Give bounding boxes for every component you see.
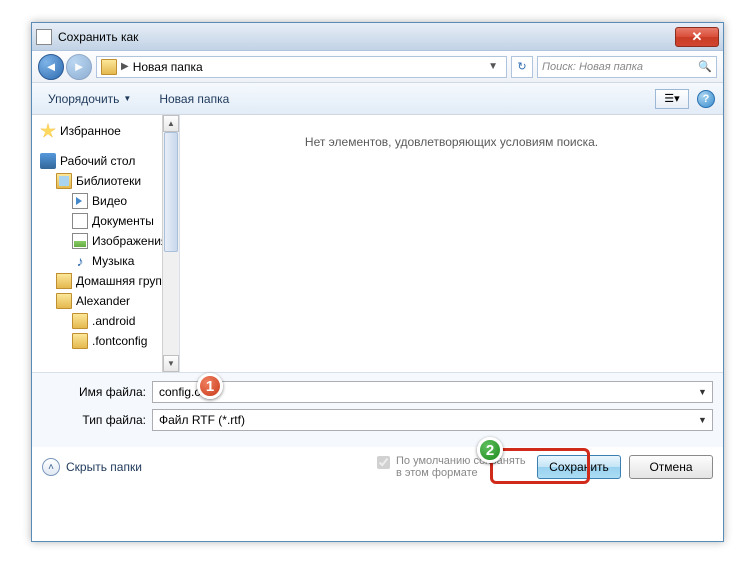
tree-folder-fontconfig[interactable]: .fontconfig [32,331,179,351]
breadcrumb-current[interactable]: Новая папка [133,60,203,74]
app-icon [36,29,52,45]
tree-images[interactable]: Изображения [32,231,179,251]
annotation-callout-2: 2 [477,437,503,463]
window-title: Сохранить как [58,30,675,44]
desktop-icon [40,153,56,169]
save-button[interactable]: Сохранить [537,455,621,479]
help-button[interactable]: ? [697,90,715,108]
empty-message: Нет элементов, удовлетворяющих условиям … [180,135,723,149]
search-input[interactable]: Поиск: Новая папка 🔍 [537,56,717,78]
tree-homegroup[interactable]: Домашняя груп [32,271,179,291]
folder-icon [72,333,88,349]
tree-music[interactable]: ♪Музыка [32,251,179,271]
libraries-icon [56,173,72,189]
chevron-down-icon[interactable]: ▼ [484,61,502,72]
tree-favorites[interactable]: Избранное [32,121,179,141]
folder-tree[interactable]: Избранное Рабочий стол Библиотеки Видео … [32,115,180,372]
filetype-select[interactable] [152,409,713,431]
scroll-up-button[interactable]: ▲ [163,115,179,132]
forward-button[interactable]: ► [66,54,92,80]
annotation-callout-1: 1 [197,373,223,399]
user-folder-icon [56,293,72,309]
folder-icon [72,313,88,329]
default-format-checkbox: По умолчанию сохранять в этом формате [377,455,527,479]
organize-button[interactable]: Упорядочить ▼ [40,88,139,110]
default-format-input [377,456,390,469]
close-button[interactable]: ✕ [675,27,719,47]
filename-input[interactable] [152,381,713,403]
titlebar[interactable]: Сохранить как ✕ [32,23,723,51]
filetype-label: Тип файла: [42,413,152,427]
body: Избранное Рабочий стол Библиотеки Видео … [32,115,723,372]
tree-user[interactable]: Alexander [32,291,179,311]
scrollbar-vertical[interactable]: ▲ ▼ [162,115,179,372]
music-icon: ♪ [72,253,88,269]
scroll-thumb[interactable] [164,132,178,252]
save-as-dialog: Сохранить как ✕ ◄ ► ▶ Новая папка ▼ ↻ По… [31,22,724,542]
refresh-button[interactable]: ↻ [511,56,533,78]
nav-bar: ◄ ► ▶ Новая папка ▼ ↻ Поиск: Новая папка… [32,51,723,83]
video-icon [72,193,88,209]
star-icon [40,123,56,139]
file-list[interactable]: Нет элементов, удовлетворяющих условиям … [180,115,723,372]
cancel-button[interactable]: Отмена [629,455,713,479]
tree-desktop[interactable]: Рабочий стол [32,151,179,171]
image-icon [72,233,88,249]
toolbar: Упорядочить ▼ Новая папка ☰▾ ? [32,83,723,115]
chevron-up-icon: ˄ [42,458,60,476]
tree-video[interactable]: Видео [32,191,179,211]
hide-folders-toggle[interactable]: ˄ Скрыть папки [42,458,142,476]
new-folder-button[interactable]: Новая папка [151,88,237,110]
breadcrumb[interactable]: ▶ Новая папка ▼ [96,56,507,78]
scroll-down-button[interactable]: ▼ [163,355,179,372]
file-fields: Имя файла: ▼ Тип файла: ▼ [32,372,723,447]
chevron-right-icon: ▶ [121,61,129,72]
search-placeholder: Поиск: Новая папка [542,61,643,73]
chevron-down-icon: ▼ [123,94,131,103]
tree-documents[interactable]: Документы [32,211,179,231]
view-mode-button[interactable]: ☰▾ [655,89,689,109]
filename-label: Имя файла: [42,385,152,399]
back-button[interactable]: ◄ [38,54,64,80]
folder-icon [101,59,117,75]
bottom-bar: ˄ Скрыть папки По умолчанию сохранять в … [32,447,723,487]
tree-libraries[interactable]: Библиотеки [32,171,179,191]
homegroup-icon [56,273,72,289]
tree-folder-android[interactable]: .android [32,311,179,331]
search-icon[interactable]: 🔍 [698,60,712,73]
document-icon [72,213,88,229]
